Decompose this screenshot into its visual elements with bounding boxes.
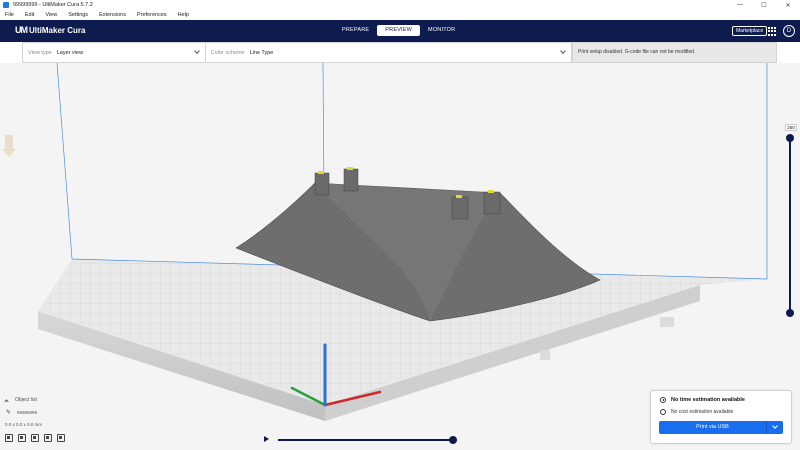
tab-monitor[interactable]: MONITOR <box>420 25 463 36</box>
logo-text: UltiMaker Cura <box>29 25 86 35</box>
view-type-value: Layer view <box>56 49 84 56</box>
print-panel: No time estimation available No cost est… <box>650 390 792 444</box>
object-list: Object list ✎ 99999999 0.0 x 0.0 x 0.0 m… <box>4 397 43 427</box>
layer-number-label[interactable]: 250 <box>785 124 797 131</box>
clock-icon <box>660 397 666 403</box>
play-icon[interactable] <box>264 436 269 442</box>
menu-view[interactable]: View <box>45 12 57 18</box>
object-name: 99999999 <box>17 410 38 415</box>
path-slider-handle <box>449 436 457 444</box>
menu-edit[interactable]: Edit <box>25 12 34 18</box>
layer-slider-bottom-handle <box>786 309 794 317</box>
chevron-down-icon <box>772 423 778 429</box>
object-list-toggle[interactable]: Object list <box>4 397 42 404</box>
color-scheme-value: Line Type <box>249 49 274 56</box>
ultimaker-logo: UM UltiMaker Cura <box>15 25 85 35</box>
print-via-usb-button[interactable]: Print via USB <box>659 421 783 434</box>
bed-clip-front <box>540 350 550 360</box>
cost-icon <box>660 409 666 415</box>
account-avatar[interactable]: D <box>783 25 795 37</box>
window-titlebar: 99999999 - UltiMaker Cura 5.7.2 — ☐ ✕ <box>0 0 800 10</box>
object-name-row[interactable]: ✎ 99999999 <box>6 409 42 416</box>
front-view-icon[interactable] <box>18 434 26 442</box>
layer-slider-top-handle <box>786 134 794 142</box>
cura-app-icon <box>3 2 9 8</box>
pencil-icon: ✎ <box>6 410 12 416</box>
print-button-label[interactable]: Print via USB <box>659 421 767 434</box>
menu-extensions[interactable]: Extensions <box>99 12 126 18</box>
object-dimensions: 0.0 x 0.0 x 0.0 mm <box>5 422 43 427</box>
print-options-dropdown[interactable] <box>767 421 783 434</box>
cost-estimate: No cost estimation available <box>671 409 734 415</box>
view-type-dropdown[interactable]: View type Layer view <box>23 43 206 62</box>
marketplace-button[interactable]: Marketplace <box>732 26 768 36</box>
stage-tabs: PREPARE PREVIEW MONITOR <box>334 25 463 36</box>
tab-prepare[interactable]: PREPARE <box>334 25 377 36</box>
menu-settings[interactable]: Settings <box>68 12 88 18</box>
menu-help[interactable]: Help <box>178 12 189 18</box>
ultimaker-logo-icon: UM <box>15 25 28 35</box>
close-button[interactable]: ✕ <box>776 0 800 10</box>
time-estimate: No time estimation available <box>671 397 745 403</box>
tab-preview[interactable]: PREVIEW <box>377 25 421 36</box>
3d-view-icon[interactable] <box>5 434 13 442</box>
top-view-icon[interactable] <box>31 434 39 442</box>
chevron-up-icon <box>4 398 9 404</box>
camera-view-buttons <box>5 434 70 442</box>
cost-estimate-row: No cost estimation available <box>660 409 733 415</box>
time-estimate-row: No time estimation available <box>660 397 745 403</box>
minimize-button[interactable]: — <box>728 0 752 10</box>
view-options-bar: View type Layer view Color scheme Line T… <box>22 42 572 63</box>
chevron-down-icon <box>193 48 200 54</box>
right-view-icon[interactable] <box>57 434 65 442</box>
color-scheme-label: Color scheme <box>210 49 245 56</box>
menu-file[interactable]: File <box>5 12 14 18</box>
window-title: 99999999 - UltiMaker Cura 5.7.2 <box>13 2 93 8</box>
app-header: UM UltiMaker Cura PREPARE PREVIEW MONITO… <box>0 20 800 42</box>
chevron-down-icon <box>560 48 566 54</box>
menu-bar: File Edit View Settings Extensions Prefe… <box>0 10 800 20</box>
apps-grid-icon[interactable] <box>768 27 777 36</box>
print-setup-notice: Print setup disabled. G-code file can no… <box>572 42 777 63</box>
object-list-header: Object list <box>15 397 37 403</box>
view-type-label: View type <box>28 49 52 56</box>
bed-clip-right <box>660 317 674 327</box>
menu-preferences[interactable]: Preferences <box>137 12 167 18</box>
color-scheme-dropdown[interactable]: Color scheme Line Type <box>206 43 571 62</box>
maximize-button[interactable]: ☐ <box>752 0 776 10</box>
window-controls: — ☐ ✕ <box>728 0 800 10</box>
left-view-icon[interactable] <box>44 434 52 442</box>
